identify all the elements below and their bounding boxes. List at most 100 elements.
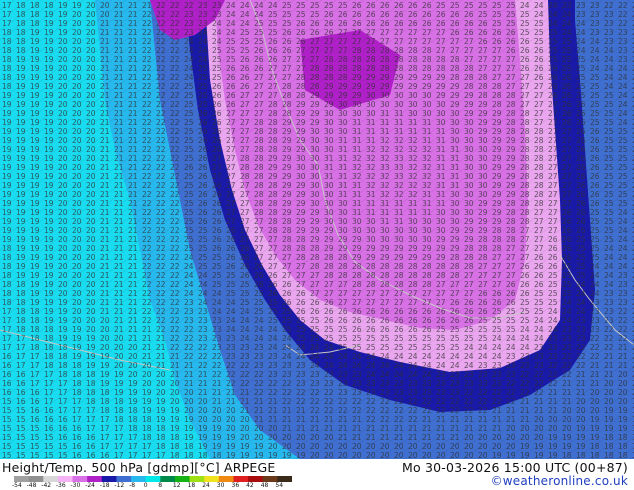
contour-label: 20 (240, 433, 250, 442)
contour-label: 31 (436, 172, 446, 181)
contour-label: 25 (576, 262, 586, 271)
contour-label: 25 (604, 181, 614, 190)
contour-label: 28 (520, 154, 530, 163)
contour-label: 26 (534, 46, 544, 55)
contour-label: 26 (198, 109, 208, 118)
contour-label: 20 (142, 361, 152, 370)
contour-label: 28 (254, 190, 264, 199)
contour-label: 21 (114, 307, 124, 316)
contour-label: 26 (464, 19, 474, 28)
contour-label: 31 (422, 208, 432, 217)
contour-label: 21 (380, 424, 390, 433)
contour-label: 24 (310, 361, 320, 370)
contour-label: 19 (2, 172, 12, 181)
contour-label: 18 (562, 451, 572, 459)
contour-label: 16 (44, 406, 54, 415)
contour-label: 20 (212, 415, 222, 424)
contour-label: 28 (520, 145, 530, 154)
contour-label: 22 (156, 145, 166, 154)
contour-label: 20 (198, 406, 208, 415)
contour-label: 20 (100, 343, 110, 352)
contour-label: 23 (520, 361, 530, 370)
contour-label: 25 (268, 307, 278, 316)
contour-label: 33 (380, 163, 390, 172)
contour-label: 30 (422, 91, 432, 100)
contour-label: 26 (254, 280, 264, 289)
contour-label: 27 (380, 289, 390, 298)
contour-label: 29 (324, 82, 334, 91)
contour-label: 25 (324, 325, 334, 334)
contour-label: 24 (576, 46, 586, 55)
contour-label: 26 (254, 262, 264, 271)
contour-label: 21 (128, 316, 138, 325)
contour-label: 31 (352, 136, 362, 145)
contour-label: 26 (562, 208, 572, 217)
contour-label: 25 (212, 253, 222, 262)
contour-label: 25 (618, 127, 628, 136)
contour-label: 25 (240, 280, 250, 289)
contour-label: 26 (548, 82, 558, 91)
contour-label: 18 (16, 298, 26, 307)
contour-label: 27 (562, 145, 572, 154)
contour-label: 20 (58, 154, 68, 163)
contour-label: 27 (240, 136, 250, 145)
contour-label: 21 (128, 118, 138, 127)
credit-link[interactable]: ©weatheronline.co.uk (491, 474, 628, 488)
contour-label: 27 (226, 208, 236, 217)
contour-label: 25 (548, 280, 558, 289)
contour-label: 22 (156, 190, 166, 199)
contour-label: 17 (58, 406, 68, 415)
contour-label: 22 (142, 100, 152, 109)
contour-label: 22 (170, 217, 180, 226)
contour-label: 30 (478, 190, 488, 199)
contour-label: 26 (520, 64, 530, 73)
contour-label: 26 (352, 316, 362, 325)
contour-label: 17 (30, 352, 40, 361)
contour-label: 20 (72, 289, 82, 298)
contour-label: 23 (576, 334, 586, 343)
contour-label: 24 (408, 352, 418, 361)
contour-label: 31 (338, 136, 348, 145)
contour-label: 26 (324, 10, 334, 19)
contour-label: 18 (16, 46, 26, 55)
contour-label: 24 (254, 316, 264, 325)
contour-label: 28 (464, 253, 474, 262)
contour-label: 27 (240, 235, 250, 244)
contour-label: 15 (2, 406, 12, 415)
contour-label: 20 (142, 370, 152, 379)
contour-label: 27 (506, 244, 516, 253)
contour-label: 22 (618, 325, 628, 334)
contour-label: 32 (366, 181, 376, 190)
contour-label: 20 (324, 433, 334, 442)
contour-label: 26 (562, 118, 572, 127)
contour-label: 25 (436, 334, 446, 343)
contour-label: 20 (254, 424, 264, 433)
contour-label: 18 (198, 451, 208, 459)
contour-label: 25 (268, 316, 278, 325)
contour-label: 28 (338, 73, 348, 82)
contour-label: 19 (44, 73, 54, 82)
contour-label: 22 (506, 397, 516, 406)
contour-label: 28 (310, 64, 320, 73)
contour-label: 22 (520, 388, 530, 397)
contour-label: 18 (576, 451, 586, 459)
contour-label: 21 (100, 289, 110, 298)
contour-label: 24 (408, 370, 418, 379)
contour-label: 25 (576, 253, 586, 262)
contour-label: 20 (492, 433, 502, 442)
contour-label: 21 (436, 415, 446, 424)
contour-label: 19 (30, 298, 40, 307)
contour-label: 15 (16, 424, 26, 433)
contour-label: 27 (492, 46, 502, 55)
contour-label: 27 (464, 55, 474, 64)
contour-label: 21 (128, 253, 138, 262)
contour-label: 16 (30, 397, 40, 406)
contour-label: 19 (86, 343, 96, 352)
contour-label: 21 (114, 325, 124, 334)
contour-label: 27 (450, 280, 460, 289)
contour-label: 27 (268, 64, 278, 73)
contour-label: 27 (352, 37, 362, 46)
contour-label: 28 (268, 226, 278, 235)
contour-label: 22 (142, 208, 152, 217)
contour-label: 22 (338, 406, 348, 415)
